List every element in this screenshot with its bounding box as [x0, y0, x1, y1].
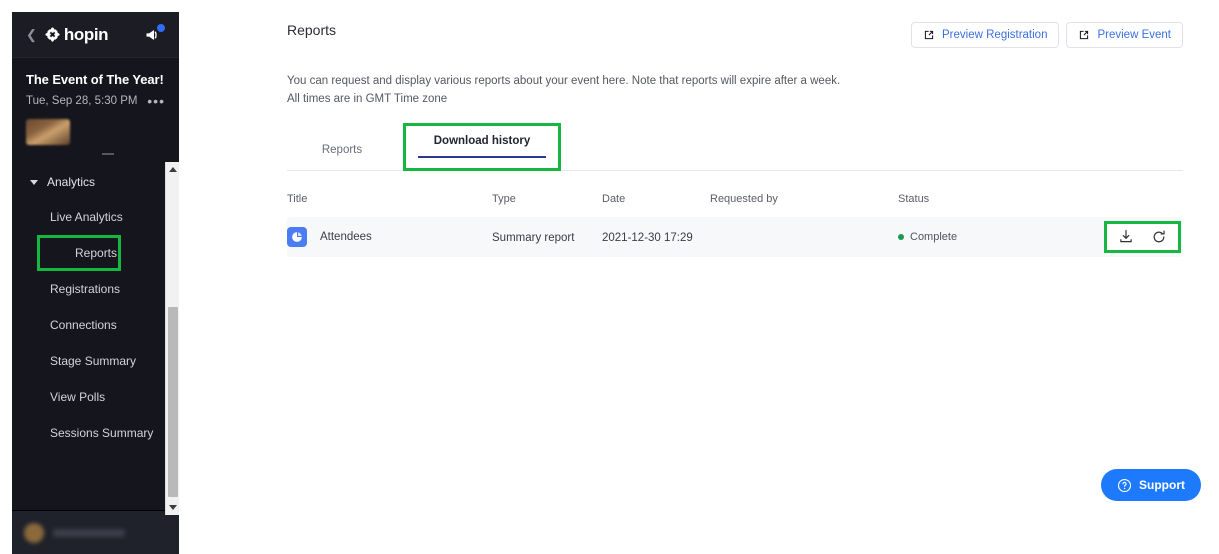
pie-chart-icon	[287, 226, 307, 247]
support-button[interactable]: Support	[1101, 469, 1201, 501]
preview-registration-label: Preview Registration	[942, 29, 1048, 41]
report-type: Summary report	[492, 231, 575, 244]
page-description: You can request and display various repo…	[287, 73, 1087, 109]
event-datetime: Tue, Sep 28, 5:30 PM	[26, 95, 138, 107]
column-header-type: Type	[492, 192, 516, 205]
support-label: Support	[1139, 478, 1185, 492]
sidebar-item-connections[interactable]: Connections	[12, 307, 179, 343]
tab-download-history[interactable]: Download history	[418, 135, 546, 158]
description-line-1: You can request and display various repo…	[287, 75, 841, 87]
page-title: Reports	[287, 22, 337, 38]
event-meta-row: Tue, Sep 28, 5:30 PM •••	[26, 94, 165, 108]
sidebar-header: ❮ hopin	[12, 12, 179, 58]
avatar	[24, 522, 44, 543]
preview-registration-button[interactable]: Preview Registration	[911, 22, 1060, 48]
event-title: The Event of The Year!	[26, 72, 164, 87]
event-card: The Event of The Year! Tue, Sep 28, 5:30…	[12, 58, 179, 155]
status-label: Complete	[910, 230, 958, 243]
question-circle-icon	[1117, 478, 1132, 492]
megaphone-icon[interactable]	[143, 23, 165, 45]
chevron-left-icon[interactable]: ❮	[26, 28, 37, 41]
download-icon	[1120, 229, 1132, 242]
scrollbar-thumb[interactable]	[168, 307, 178, 497]
report-title: Attendees	[320, 230, 372, 243]
sidebar-item-label: Live Analytics	[50, 210, 123, 224]
column-header-actions	[998, 179, 1183, 217]
page-header: Reports Preview Registration Preview Eve…	[287, 22, 1183, 48]
sidebar-item-label: Sessions Summary	[50, 426, 154, 440]
triangle-down-icon	[169, 505, 177, 510]
column-header-date: Date	[602, 192, 626, 205]
event-thumbnail	[26, 119, 70, 145]
cell-title: Attendees	[287, 216, 492, 257]
table-row[interactable]: Attendees Summary report 2021-12-30 17:2…	[287, 216, 1183, 257]
status-dot-icon	[898, 233, 904, 240]
sidebar-item-label: Stage Summary	[50, 354, 137, 368]
header-actions: Preview Registration Preview Event	[911, 22, 1183, 48]
main-content: Reports Preview Registration Preview Eve…	[179, 0, 1219, 554]
scroll-up-button[interactable]	[166, 162, 179, 177]
content-wrapper: Reports Preview Registration Preview Eve…	[179, 0, 1219, 257]
external-link-icon	[924, 30, 934, 40]
table-head: Title Type Date Requested by Status	[287, 179, 1183, 217]
notification-dot	[157, 23, 165, 32]
tab-download-history-label: Download history	[433, 134, 531, 147]
event-more-button[interactable]: •••	[147, 94, 165, 108]
refresh-icon	[1153, 230, 1165, 242]
description-line-2: All times are in GMT Time zone	[287, 92, 448, 105]
tab-bar: Reports Download history	[287, 122, 1183, 171]
table-body: Attendees Summary report 2021-12-30 17:2…	[287, 216, 1183, 257]
report-date: 2021-12-30 17:29	[602, 231, 693, 244]
cell-status: Complete	[898, 216, 998, 257]
hopin-logo-icon	[45, 27, 60, 42]
column-header-status: Status	[898, 192, 930, 205]
sidebar-item-label: View Polls	[50, 390, 106, 404]
column-header-requested-by: Requested by	[710, 192, 778, 205]
scroll-down-button[interactable]	[166, 500, 179, 515]
sidebar-item-label: Connections	[50, 318, 117, 332]
status-badge: Complete	[898, 231, 998, 243]
brand-logo[interactable]: hopin	[45, 24, 109, 45]
sidebar-item-registrations[interactable]: Registrations	[12, 271, 179, 307]
sidebar-item-label: Reports	[75, 246, 118, 260]
sidebar-item-sessions-summary[interactable]: Sessions Summary	[12, 415, 179, 451]
download-history-table: Title Type Date Requested by Status Atte…	[287, 179, 1183, 257]
tab-reports-label: Reports	[321, 143, 363, 156]
refresh-button[interactable]	[1151, 229, 1167, 245]
cell-date: 2021-12-30 17:29	[602, 216, 710, 257]
sidebar-item-label: Registrations	[50, 282, 121, 296]
external-link-icon	[1080, 30, 1089, 40]
sidebar-item-live-analytics[interactable]: Live Analytics	[12, 199, 179, 235]
tab-reports[interactable]: Reports	[287, 144, 397, 170]
sidebar-item-stage-summary[interactable]: Stage Summary	[12, 343, 179, 379]
cell-type: Summary report	[492, 216, 602, 257]
caret-down-icon	[30, 179, 38, 185]
cell-requested-by	[710, 216, 898, 257]
preview-event-button[interactable]: Preview Event	[1066, 22, 1183, 48]
sidebar-item-view-polls[interactable]: View Polls	[12, 379, 179, 415]
sidebar-scrollbar[interactable]	[165, 162, 179, 515]
event-divider-dash	[102, 153, 114, 155]
tab-download-history-annotation: Download history	[403, 122, 561, 171]
brand-name: hopin	[63, 24, 109, 44]
user-name-redacted	[53, 528, 125, 537]
sidebar-item-reports[interactable]: Reports	[37, 235, 121, 271]
sidebar-user-profile[interactable]	[12, 510, 179, 554]
cell-actions	[998, 216, 1183, 257]
sidebar-nav: Analytics Live Analytics Reports Registr…	[12, 165, 179, 451]
pie-chart-glyph	[292, 231, 302, 242]
column-header-title: Title	[287, 192, 308, 205]
download-button[interactable]	[1118, 229, 1134, 245]
triangle-up-icon	[169, 167, 177, 172]
sidebar-group-label: Analytics	[47, 175, 96, 189]
row-actions-annotation	[1104, 220, 1181, 253]
table-header-row: Title Type Date Requested by Status	[287, 179, 1183, 217]
sidebar-group-analytics[interactable]: Analytics	[12, 165, 179, 199]
preview-event-label: Preview Event	[1097, 29, 1171, 41]
sidebar: ❮ hopin The Event of The Year! Tue, Sep …	[12, 12, 179, 554]
app-window: ❮ hopin The Event of The Year! Tue, Sep …	[0, 0, 1219, 554]
